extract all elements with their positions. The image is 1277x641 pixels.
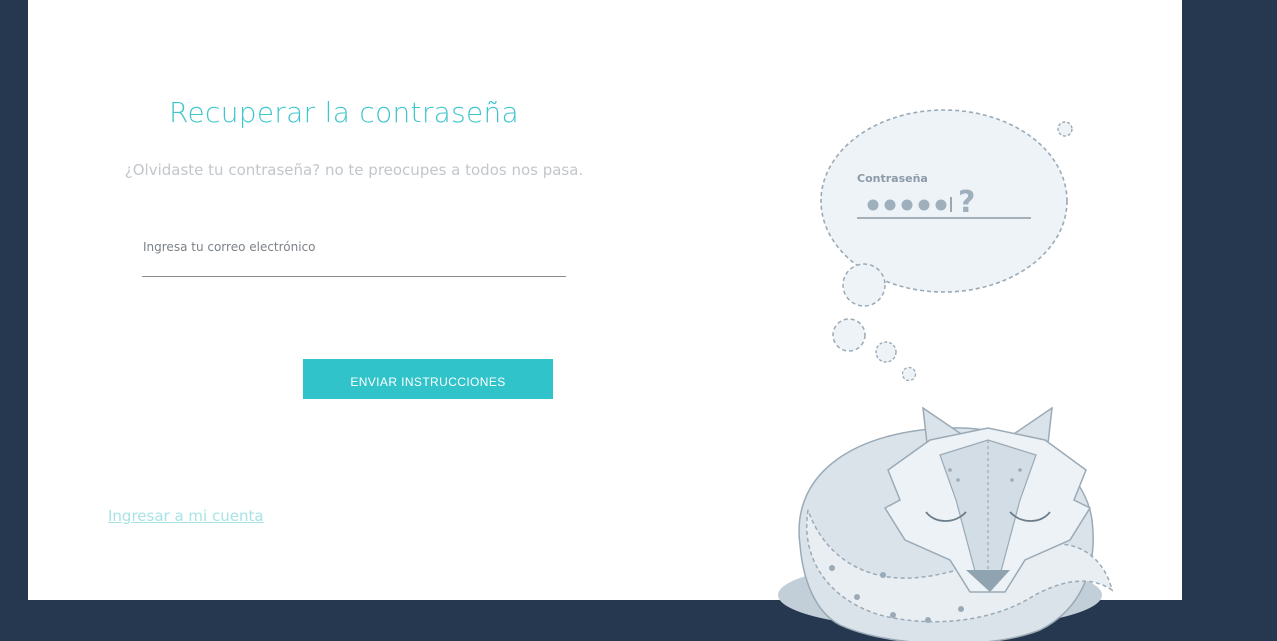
tail-dot [890, 612, 896, 618]
thought-dot-3 [875, 341, 897, 363]
password-dot [901, 199, 913, 211]
tail-dot [829, 565, 835, 571]
password-dot [867, 199, 879, 211]
password-dot [918, 199, 930, 211]
fox-dot [956, 478, 960, 482]
sleeping-fox-illustration: ? [778, 109, 1114, 641]
email-field[interactable] [142, 254, 566, 277]
password-dot [935, 199, 947, 211]
fox-dot [948, 468, 952, 472]
send-instructions-button[interactable]: ENVIAR INSTRUCCIONES [303, 359, 553, 399]
tail-dot [854, 594, 860, 600]
thought-password-label: Contraseña [857, 172, 928, 185]
tail-dot [958, 606, 964, 612]
fox-dot [1018, 468, 1022, 472]
tail-dot [880, 572, 886, 578]
login-link[interactable]: Ingresar a mi cuenta [108, 507, 264, 525]
email-field-label: Ingresa tu correo electrónico [143, 240, 316, 254]
thought-dot-2 [832, 318, 866, 352]
page-subtitle: ¿Olvidaste tu contraseña? no te preocupe… [124, 161, 584, 179]
page-title: Recuperar la contraseña [168, 96, 520, 129]
fox-dot [1010, 478, 1014, 482]
password-dot [884, 199, 896, 211]
thought-dot-small [1057, 121, 1073, 137]
thought-dot-1 [842, 263, 886, 307]
tail-dot [925, 617, 931, 623]
thought-dot-4 [901, 366, 917, 382]
question-mark: ? [958, 185, 975, 220]
